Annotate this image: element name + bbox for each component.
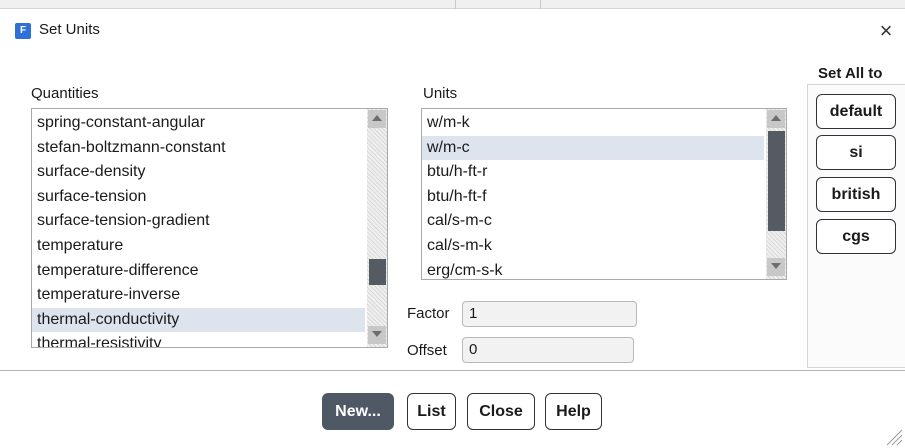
quantity-list-item[interactable]: temperature-difference: [32, 259, 365, 283]
unit-list-item[interactable]: cal/s-m-c: [422, 209, 764, 233]
unit-list-item[interactable]: w/m-c: [422, 135, 764, 160]
units-list[interactable]: erg/cm-s-k cal/s-m-k cal/s-m-c btu/h-ft-f bt…: [421, 108, 787, 280]
default-button[interactable]: default: [816, 94, 896, 129]
quantity-list-item[interactable]: temperature-inverse: [32, 283, 365, 307]
quantity-list-item[interactable]: surface-density: [32, 160, 365, 184]
unit-list-item[interactable]: w/m-k: [422, 111, 764, 135]
factor-label: Factor: [407, 305, 450, 322]
unit-list-item[interactable]: btu/h-ft-f: [422, 185, 764, 209]
close-icon[interactable]: ×: [873, 18, 899, 44]
background-separator: [540, 0, 541, 9]
si-button[interactable]: si: [816, 135, 896, 170]
background-separator: [455, 0, 456, 9]
factor-field[interactable]: 1: [462, 301, 637, 327]
offset-label: Offset: [407, 342, 447, 359]
unit-list-item[interactable]: btu/h-ft-r: [422, 160, 764, 184]
footer-divider: [0, 370, 905, 371]
cgs-button[interactable]: cgs: [816, 219, 896, 254]
unit-list-item[interactable]: cal/s-m-k: [422, 234, 764, 258]
list-button[interactable]: List: [407, 393, 456, 430]
quantity-list-item[interactable]: thermal-resistivity: [32, 332, 365, 347]
offset-field[interactable]: 0: [462, 337, 634, 363]
british-button[interactable]: british: [816, 177, 896, 212]
units-scrollbar[interactable]: [766, 109, 786, 279]
units-scroll-thumb[interactable]: [768, 131, 785, 231]
app-icon: F: [15, 23, 31, 39]
new-button[interactable]: New...: [322, 393, 394, 430]
scroll-down-arrow-icon[interactable]: [368, 326, 386, 344]
resize-grip-icon[interactable]: [881, 424, 903, 446]
quantity-list-item[interactable]: stefan-boltzmann-constant: [32, 136, 365, 160]
help-button[interactable]: Help: [545, 393, 602, 430]
unit-list-item[interactable]: erg/cm-s-k: [422, 259, 764, 279]
title-bar: F Set Units ×: [0, 9, 905, 51]
scroll-up-arrow-icon[interactable]: [767, 110, 785, 128]
quantity-list-item[interactable]: surface-tension-gradient: [32, 209, 365, 233]
quantity-list-item[interactable]: spring-constant-angular: [32, 111, 365, 135]
set-all-title: Set All to: [818, 65, 883, 82]
set-units-dialog: F Set Units × Quantities thermal-resisti…: [0, 9, 905, 448]
quantity-list-item[interactable]: temperature: [32, 234, 365, 258]
scroll-down-arrow-icon[interactable]: [767, 258, 785, 276]
quantities-scrollbar[interactable]: [367, 109, 387, 347]
quantity-list-item[interactable]: surface-tension: [32, 185, 365, 209]
close-button[interactable]: Close: [467, 393, 535, 430]
scroll-up-arrow-icon[interactable]: [368, 110, 386, 128]
quantity-list-item[interactable]: thermal-conductivity: [32, 307, 365, 332]
quantities-scroll-thumb[interactable]: [369, 259, 386, 285]
dialog-title: Set Units: [39, 21, 100, 38]
quantities-label: Quantities: [31, 85, 99, 102]
quantities-list[interactable]: thermal-resistivity thermal-conductivity t…: [31, 108, 388, 348]
background-window-strip: [0, 0, 905, 9]
units-label: Units: [423, 85, 458, 102]
